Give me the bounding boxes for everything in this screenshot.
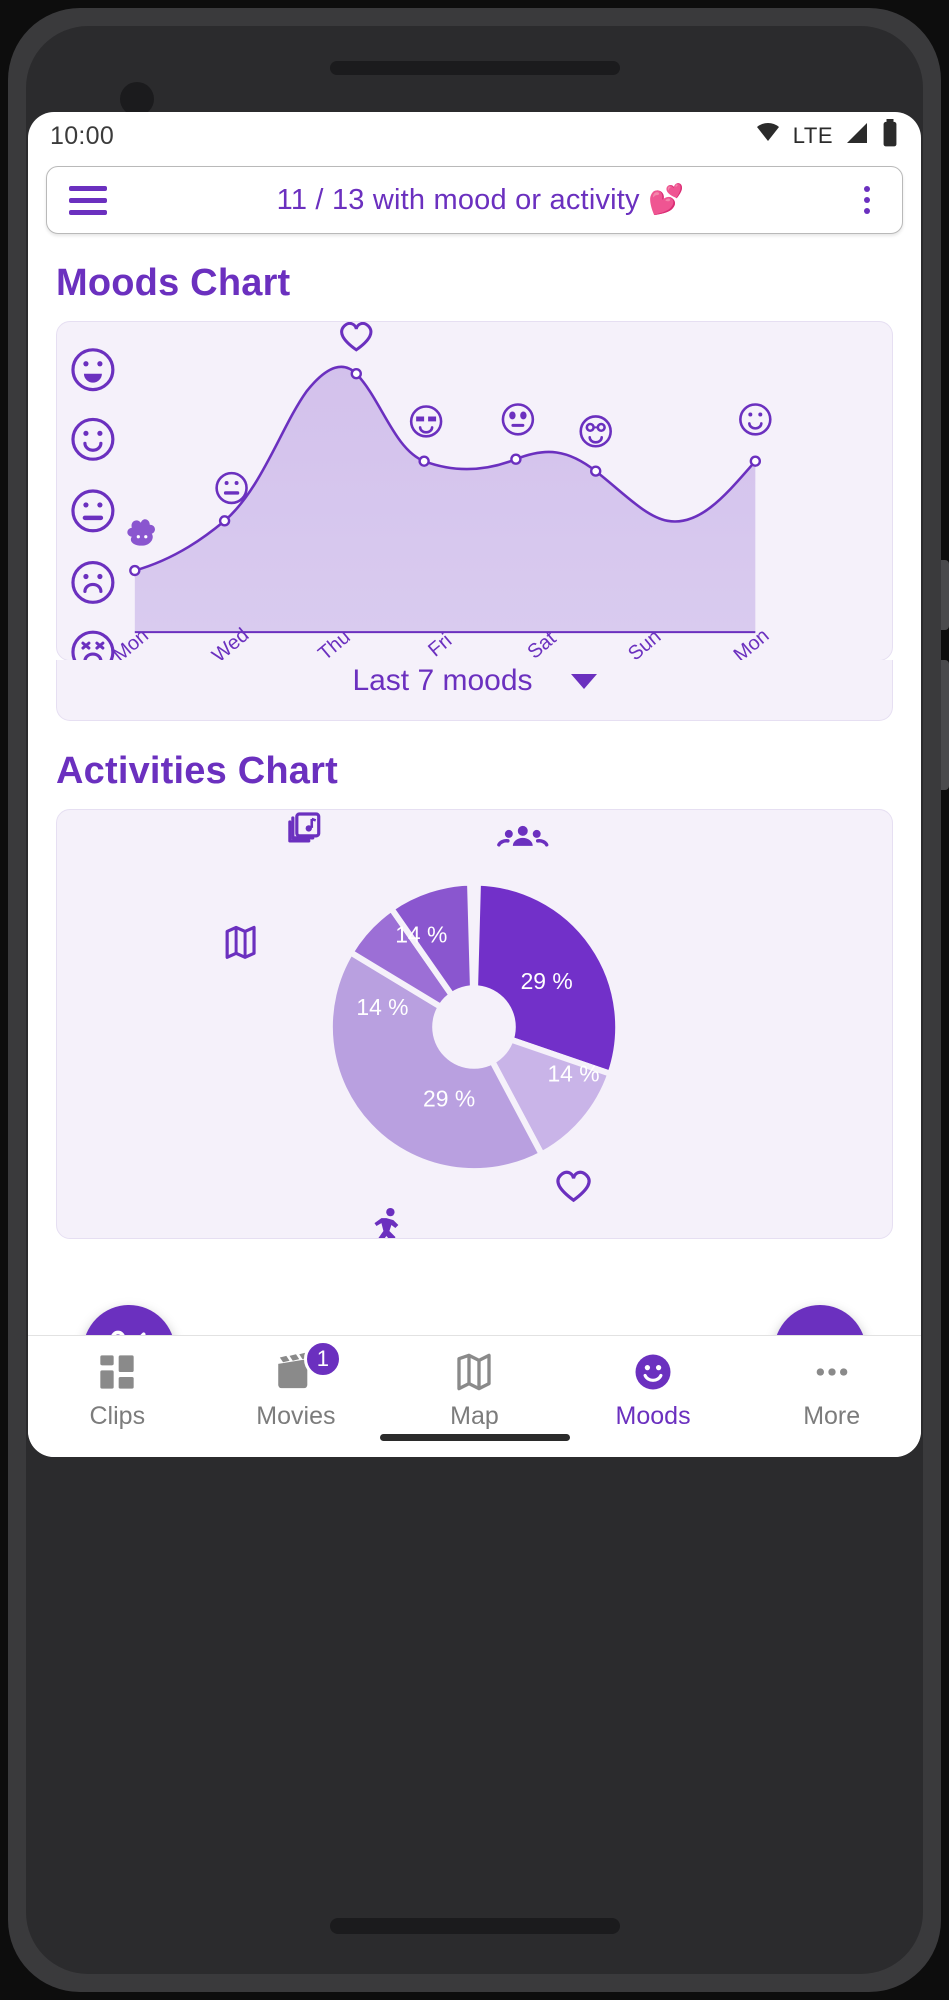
app-bar[interactable]: 11 / 13 with mood or activity 💕 bbox=[46, 166, 903, 234]
pie-label: 14 % bbox=[547, 1061, 599, 1087]
activities-pie-svg: 29 % 14 % 29 % 14 % 14 % bbox=[225, 812, 622, 1238]
nav-label: Map bbox=[450, 1402, 499, 1430]
moods-line-chart-svg: Mon Wed Thu Fri Sat Sun Mon bbox=[71, 322, 773, 660]
app-bar-title: 11 / 13 with mood or activity 💕 bbox=[276, 184, 685, 216]
status-bar: 10:00 LTE bbox=[28, 112, 921, 160]
music-photo-icon bbox=[288, 812, 321, 843]
heart-icon bbox=[556, 1170, 591, 1203]
alien-emoji-marker bbox=[501, 403, 535, 436]
sunglasses-emoji-marker bbox=[409, 405, 443, 438]
volume-button[interactable] bbox=[941, 560, 949, 630]
nav-item-more[interactable]: More bbox=[742, 1350, 921, 1431]
movies-badge: 1 bbox=[303, 1340, 342, 1378]
battery-icon bbox=[881, 118, 899, 154]
mood-area-fill bbox=[134, 366, 756, 633]
heart-emoji-marker bbox=[340, 322, 373, 352]
people-group-icon bbox=[497, 825, 549, 847]
nav-item-movies[interactable]: 1 Movies bbox=[207, 1340, 386, 1431]
smile-emoji-marker bbox=[739, 403, 772, 436]
nav-label: Moods bbox=[615, 1402, 691, 1430]
x-label: Fri bbox=[424, 630, 456, 660]
chevron-down-icon[interactable] bbox=[570, 673, 597, 689]
activities-chart-heading: Activities Chart bbox=[56, 750, 338, 792]
running-person-icon bbox=[374, 1207, 399, 1238]
map-icon bbox=[225, 925, 256, 959]
nav-item-moods[interactable]: Moods bbox=[564, 1350, 743, 1431]
grid-dashboard-icon bbox=[97, 1350, 137, 1394]
neutral-emoji-marker bbox=[215, 471, 248, 505]
nav-label: More bbox=[803, 1402, 861, 1430]
status-time: 10:00 bbox=[50, 121, 115, 150]
smiley-face-icon bbox=[632, 1350, 674, 1394]
nav-label: Clips bbox=[89, 1402, 146, 1430]
moods-range-dropdown[interactable]: Last 7 moods bbox=[56, 660, 893, 721]
nav-item-map[interactable]: Map bbox=[385, 1350, 564, 1431]
home-indicator[interactable] bbox=[379, 1434, 570, 1441]
phone-bottom-grille bbox=[329, 1918, 620, 1934]
map-icon bbox=[454, 1350, 494, 1394]
more-dots-icon bbox=[812, 1350, 852, 1394]
pie-label: 14 % bbox=[395, 921, 447, 947]
hamburger-menu-icon[interactable] bbox=[69, 185, 107, 215]
moods-chart-heading: Moods Chart bbox=[56, 262, 291, 304]
nav-item-clips[interactable]: Clips bbox=[28, 1350, 207, 1431]
earpiece-speaker bbox=[329, 61, 620, 75]
pie-donut-hole bbox=[432, 985, 516, 1069]
nerd-emoji-marker bbox=[579, 415, 612, 448]
signal-icon bbox=[843, 121, 871, 152]
wifi-icon bbox=[753, 121, 783, 152]
app-bar-container: 11 / 13 with mood or activity 💕 bbox=[28, 160, 921, 234]
power-button[interactable] bbox=[941, 660, 949, 790]
pie-label: 14 % bbox=[356, 994, 408, 1020]
y-axis-mood-icons bbox=[71, 348, 115, 660]
nav-label: Movies bbox=[256, 1402, 336, 1430]
pie-label: 29 % bbox=[521, 968, 573, 994]
app-screen: 10:00 LTE 11 / 13 with mood or activity … bbox=[28, 112, 921, 1457]
activities-pie-chart[interactable]: 29 % 14 % 29 % 14 % 14 % bbox=[56, 809, 893, 1239]
status-icons: LTE bbox=[753, 118, 899, 154]
kebab-menu-icon[interactable] bbox=[854, 186, 880, 214]
front-camera bbox=[120, 82, 154, 116]
phone-mockup: 10:00 LTE 11 / 13 with mood or activity … bbox=[0, 0, 949, 2000]
pie-label: 29 % bbox=[423, 1086, 475, 1112]
moods-line-chart[interactable]: Mon Wed Thu Fri Sat Sun Mon bbox=[56, 321, 893, 661]
network-label: LTE bbox=[792, 123, 833, 148]
dropdown-value: Last 7 moods bbox=[352, 664, 533, 697]
poop-emoji-marker bbox=[127, 519, 155, 546]
